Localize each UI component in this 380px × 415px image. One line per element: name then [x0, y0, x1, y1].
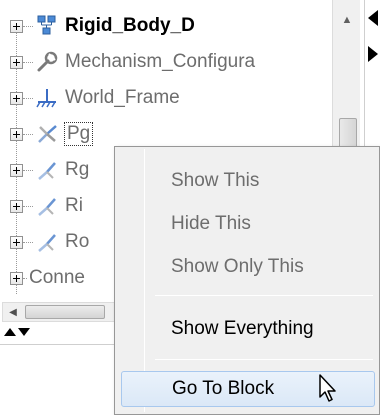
- menu-item-show-everything[interactable]: Show Everything: [155, 311, 375, 347]
- rigid-body-blocks-icon: [37, 15, 56, 35]
- expand-icon[interactable]: [10, 91, 23, 105]
- collapse-left-arrow-icon[interactable]: [368, 10, 378, 26]
- tree-connector: [23, 277, 27, 279]
- expand-icon[interactable]: [10, 127, 23, 141]
- scroll-left-arrow-icon[interactable]: ◀: [5, 304, 21, 320]
- tree-item-label: Mechanism_Configura: [65, 51, 256, 72]
- context-menu: Show This Hide This Show Only This Show …: [114, 146, 380, 415]
- frame-axes-icon: [38, 234, 56, 252]
- tree-item-label: Ri: [65, 195, 83, 216]
- tree-connector: [23, 169, 33, 171]
- arrow-up-icon[interactable]: [4, 328, 16, 336]
- arrow-down-icon[interactable]: [18, 328, 30, 336]
- tree-connector: [23, 97, 33, 99]
- tree-item-mechanism-configuration[interactable]: Mechanism_Configura: [10, 44, 340, 80]
- menu-item-show-only-this[interactable]: Show Only This: [155, 249, 375, 285]
- menu-item-label: Go To Block: [172, 378, 275, 399]
- tree-item-rigid-body[interactable]: Rigid_Body_D: [10, 8, 340, 44]
- tree-item-label: Pg: [63, 122, 94, 146]
- expand-icon[interactable]: [10, 235, 23, 249]
- tree-connector: [23, 61, 33, 63]
- tree-connector: [23, 133, 33, 135]
- tree-connector: [23, 205, 33, 207]
- tree-item-label: Rg: [65, 159, 90, 180]
- wrench-icon: [37, 51, 58, 72]
- menu-item-label: Show This: [171, 170, 260, 191]
- scroll-up-arrow-icon[interactable]: ▲: [337, 10, 357, 30]
- tree-item-label: World_Frame: [65, 87, 180, 108]
- expand-right-arrow-icon[interactable]: [368, 46, 378, 62]
- frame-axes-icon: [38, 198, 56, 216]
- menu-item-label: Show Everything: [171, 318, 314, 339]
- menu-item-show-this[interactable]: Show This: [155, 163, 375, 199]
- frame-axes-icon: [38, 162, 56, 180]
- tree-item-label: Rigid_Body_D: [65, 15, 195, 36]
- screen: Rigid_Body_D Mechanism_Configura World_F…: [0, 0, 380, 415]
- ground-frame-icon: [36, 89, 56, 108]
- arrow-cursor-icon: [319, 374, 336, 402]
- menu-separator: [155, 295, 373, 296]
- menu-item-label: Show Only This: [171, 256, 304, 277]
- tree-connector: [23, 25, 33, 27]
- tree-connector: [23, 241, 33, 243]
- vertical-scroll-thumb[interactable]: [339, 118, 357, 148]
- expand-icon[interactable]: [10, 55, 23, 69]
- sort-arrows[interactable]: [4, 328, 30, 336]
- expand-icon[interactable]: [10, 163, 23, 177]
- menu-separator: [155, 359, 373, 360]
- tree-item-label: Conne: [29, 267, 85, 288]
- expand-icon[interactable]: [10, 199, 23, 213]
- frame-axes-icon: [38, 125, 57, 143]
- tree-item-world-frame[interactable]: World_Frame: [10, 80, 340, 116]
- tree-item-label: Ro: [65, 231, 90, 252]
- expand-icon[interactable]: [10, 271, 23, 285]
- menu-item-hide-this[interactable]: Hide This: [155, 206, 375, 242]
- menu-item-label: Hide This: [171, 213, 251, 234]
- expand-icon[interactable]: [10, 19, 23, 33]
- horizontal-scroll-thumb[interactable]: [25, 305, 105, 319]
